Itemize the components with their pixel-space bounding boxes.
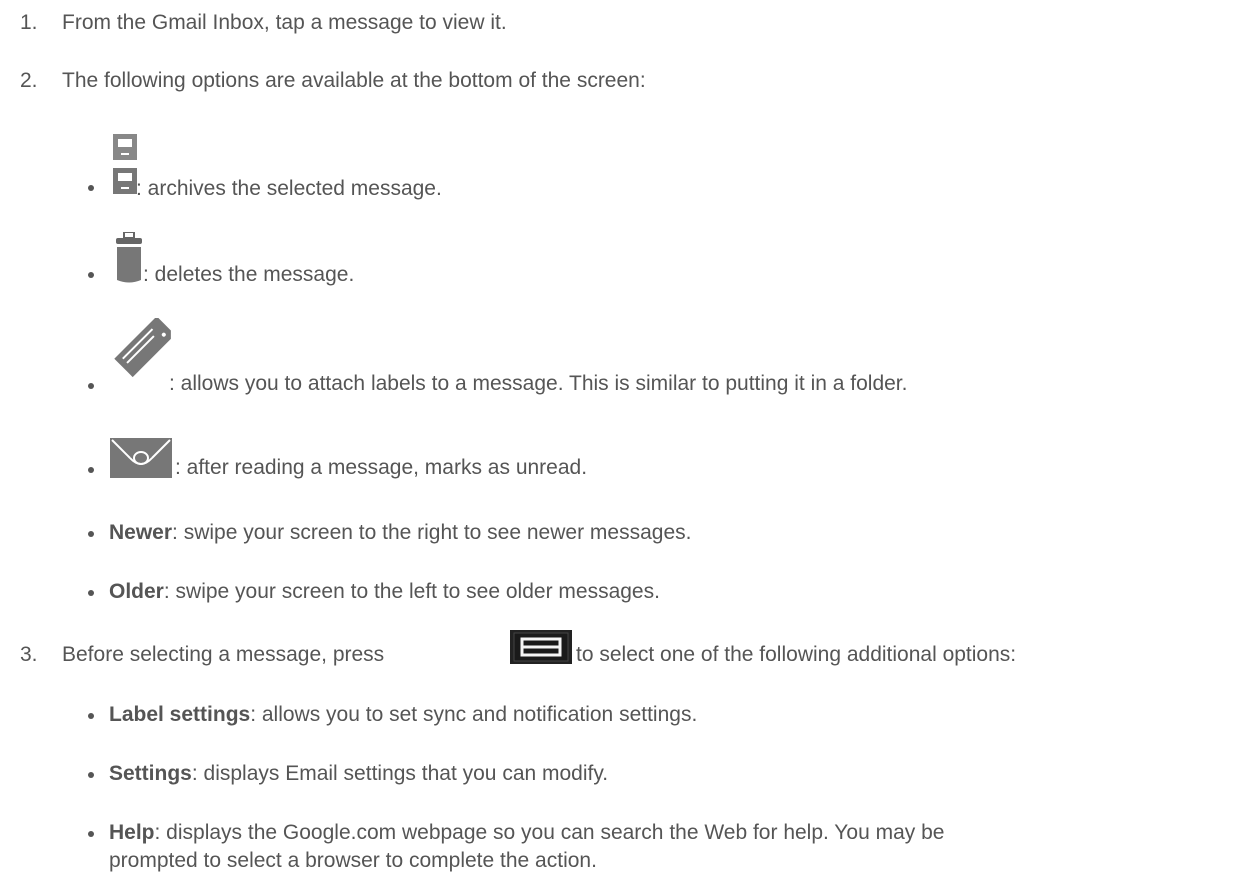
trash-icon xyxy=(114,231,144,290)
option-term: Label settings xyxy=(109,703,251,726)
step-2: 2. The following options are available a… xyxy=(20,68,646,94)
bullet xyxy=(88,467,94,473)
step-text-before: Before selecting a message, press xyxy=(62,643,385,666)
option-archive-text: : archives the selected message. xyxy=(136,177,442,200)
step-text: From the Gmail Inbox, tap a message to v… xyxy=(62,11,507,34)
menu-key-icon xyxy=(510,630,572,670)
step-number: 3. xyxy=(20,643,38,666)
bullet xyxy=(88,272,94,278)
option-help: Help: displays the Google.com webpage so… xyxy=(109,820,944,846)
step-number: 2. xyxy=(20,69,38,92)
step-text: The following options are available at t… xyxy=(62,69,646,92)
bullet xyxy=(88,531,94,537)
bullet xyxy=(88,713,94,719)
option-settings: Settings: displays Email settings that y… xyxy=(109,761,608,787)
bullet xyxy=(88,185,94,191)
archive-icon xyxy=(107,134,137,200)
bullet xyxy=(88,831,94,837)
step-text-after: to select one of the following additiona… xyxy=(576,643,1017,666)
option-text: : displays Email settings that you can m… xyxy=(191,762,609,785)
option-term: Settings xyxy=(109,762,192,785)
option-label-settings: Label settings: allows you to set sync a… xyxy=(109,702,697,728)
option-text: : swipe your screen to the left to see o… xyxy=(163,580,660,603)
option-term: Older xyxy=(109,580,164,603)
bullet xyxy=(88,772,94,778)
option-older: Older: swipe your screen to the left to … xyxy=(109,579,660,605)
bullet xyxy=(88,590,94,596)
bullet xyxy=(88,383,94,389)
step-number: 1. xyxy=(20,11,38,34)
option-text: : displays the Google.com webpage so you… xyxy=(154,821,945,844)
option-term: Help xyxy=(109,821,155,844)
step-1: 1. From the Gmail Inbox, tap a message t… xyxy=(20,10,507,36)
mark-unread-icon xyxy=(110,438,172,484)
option-text: : swipe your screen to the right to see … xyxy=(172,521,692,544)
option-term: Newer xyxy=(109,521,173,544)
label-tag-icon xyxy=(110,316,172,390)
option-text: : allows you to set sync and notificatio… xyxy=(250,703,698,726)
step-3: 3. Before selecting a message, press xyxy=(20,642,384,668)
option-delete-text: : deletes the message. xyxy=(143,263,355,286)
option-label-text: : allows you to attach labels to a messa… xyxy=(169,372,908,395)
option-help-continuation: prompted to select a browser to complete… xyxy=(109,849,597,872)
option-unread-text: : after reading a message, marks as unre… xyxy=(175,456,588,479)
option-newer: Newer: swipe your screen to the right to… xyxy=(109,520,691,546)
